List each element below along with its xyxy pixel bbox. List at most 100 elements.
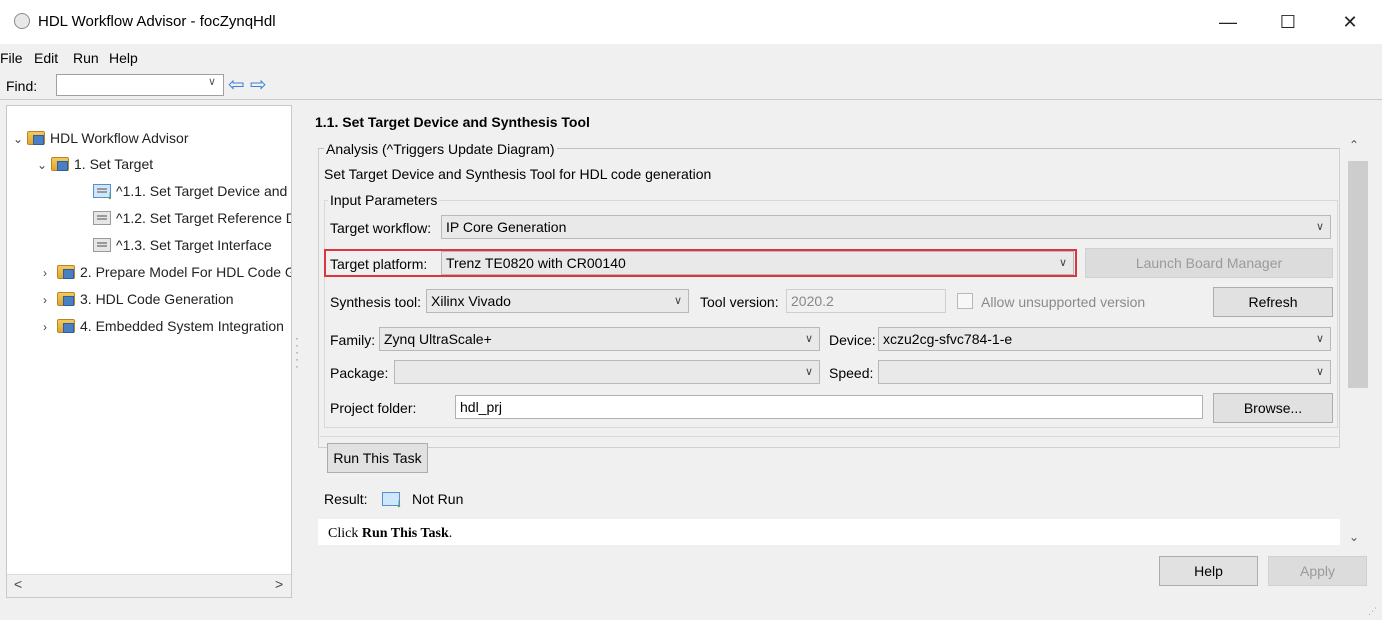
forward-arrow-icon[interactable]: ⇨ bbox=[250, 72, 267, 97]
scrollbar-thumb[interactable] bbox=[1348, 161, 1368, 388]
message-bold: Run This Task bbox=[361, 526, 449, 541]
message-text: Click Run This Task. bbox=[328, 526, 452, 542]
folder-icon bbox=[57, 292, 75, 306]
launch-board-manager-button[interactable]: Launch Board Manager bbox=[1085, 248, 1333, 278]
message-suffix: . bbox=[448, 526, 453, 541]
chevron-down-icon: ∨ bbox=[1315, 366, 1324, 378]
device-value: xczu2cg-sfvc784-1-e bbox=[883, 331, 1013, 347]
task-icon bbox=[93, 238, 111, 252]
analysis-legend: Analysis (^Triggers Update Diagram) bbox=[324, 141, 557, 157]
project-folder-label: Project folder: bbox=[330, 400, 417, 416]
family-value: Zynq UltraScale+ bbox=[384, 331, 492, 347]
chevron-down-icon: ∨ bbox=[673, 295, 682, 307]
find-label: Find: bbox=[6, 78, 38, 94]
task-icon bbox=[93, 211, 111, 225]
maximize-button[interactable]: ☐ bbox=[1278, 12, 1298, 32]
tree-item-label: 2. Prepare Model For HDL Code Generation bbox=[80, 264, 291, 280]
allow-unsupported-label: Allow unsupported version bbox=[981, 294, 1146, 310]
folder-icon bbox=[51, 157, 69, 171]
chevron-down-icon: ∨ bbox=[804, 366, 813, 378]
result-value: Not Run bbox=[412, 491, 464, 507]
tree-item-label: ^1.3. Set Target Interface bbox=[116, 237, 272, 253]
speed-select[interactable]: ∨ bbox=[878, 360, 1331, 384]
device-select[interactable]: xczu2cg-sfvc784-1-e ∨ bbox=[878, 327, 1331, 351]
tree-item-label: 4. Embedded System Integration bbox=[80, 318, 284, 334]
scroll-up-icon[interactable]: ⌃ bbox=[1349, 138, 1359, 152]
workflow-tree: ⌄ HDL Workflow Advisor ⌄ 1. Set Target ^1.… bbox=[6, 105, 292, 598]
folder-icon bbox=[27, 131, 45, 145]
task-title: 1.1. Set Target Device and Synthesis Too… bbox=[315, 114, 590, 130]
menu-file[interactable]: File bbox=[0, 50, 23, 66]
splitter-grip-icon[interactable]: · · · · · bbox=[295, 332, 299, 372]
browse-button[interactable]: Browse... bbox=[1213, 393, 1333, 423]
family-select[interactable]: Zynq UltraScale+ ∨ bbox=[379, 327, 820, 351]
minimize-button[interactable]: — bbox=[1218, 12, 1238, 32]
tree-item-hdl-code-generation[interactable]: › 3. HDL Code Generation bbox=[43, 288, 234, 310]
menu-run[interactable]: Run bbox=[73, 50, 99, 66]
tool-version-label: Tool version: bbox=[700, 294, 779, 310]
tree-item-prepare-model[interactable]: › 2. Prepare Model For HDL Code Generatio… bbox=[43, 261, 291, 284]
tree-item-set-target-device[interactable]: ^1.1. Set Target Device and Synthesis To… bbox=[93, 180, 291, 202]
scroll-right-icon[interactable]: > bbox=[275, 576, 283, 592]
apply-button[interactable]: Apply bbox=[1268, 556, 1367, 586]
task-run-icon bbox=[93, 184, 113, 201]
menu-edit[interactable]: Edit bbox=[34, 50, 58, 66]
folder-icon bbox=[57, 265, 75, 279]
result-label: Result: bbox=[324, 491, 368, 507]
chevron-right-icon[interactable]: › bbox=[43, 289, 57, 311]
tree-item-label: ^1.2. Set Target Reference Design bbox=[116, 210, 291, 226]
refresh-button[interactable]: Refresh bbox=[1213, 287, 1333, 317]
chevron-down-icon: ∨ bbox=[1058, 257, 1067, 269]
target-platform-label: Target platform: bbox=[330, 256, 428, 272]
chevron-right-icon[interactable]: › bbox=[43, 316, 57, 338]
tree-item-set-target-interface[interactable]: ^1.3. Set Target Interface bbox=[93, 234, 272, 256]
synthesis-tool-select[interactable]: Xilinx Vivado ∨ bbox=[426, 289, 689, 313]
allow-unsupported-checkbox[interactable] bbox=[957, 293, 973, 309]
synthesis-tool-label: Synthesis tool: bbox=[330, 294, 422, 310]
chevron-right-icon[interactable]: › bbox=[43, 262, 57, 284]
back-arrow-icon[interactable]: ⇦ bbox=[228, 72, 245, 97]
app-icon bbox=[14, 13, 30, 29]
find-input[interactable] bbox=[56, 74, 224, 96]
chevron-down-icon: ∨ bbox=[1315, 221, 1324, 233]
menu-help[interactable]: Help bbox=[109, 50, 138, 66]
chevron-down-icon[interactable]: ⌄ bbox=[37, 154, 51, 176]
scroll-down-icon[interactable]: ⌄ bbox=[1349, 530, 1359, 544]
package-select[interactable]: ∨ bbox=[394, 360, 820, 384]
tool-version-field[interactable]: 2020.2 bbox=[786, 289, 946, 313]
tree-root[interactable]: ⌄ HDL Workflow Advisor bbox=[13, 127, 188, 149]
status-bar bbox=[0, 598, 1382, 620]
divider bbox=[320, 436, 1338, 437]
target-platform-value: Trenz TE0820 with CR00140 bbox=[446, 255, 626, 271]
folder-icon bbox=[57, 319, 75, 333]
window-title: HDL Workflow Advisor - focZynqHdl bbox=[38, 13, 276, 30]
menu-bar bbox=[0, 44, 1382, 72]
target-workflow-select[interactable]: IP Core Generation ∨ bbox=[441, 215, 1331, 239]
target-workflow-label: Target workflow: bbox=[330, 220, 432, 236]
target-platform-select[interactable]: Trenz TE0820 with CR00140 ∨ bbox=[441, 251, 1074, 275]
chevron-down-icon[interactable]: ⌄ bbox=[13, 128, 27, 150]
speed-label: Speed: bbox=[829, 365, 874, 381]
tree-item-set-target-reference[interactable]: ^1.2. Set Target Reference Design bbox=[93, 207, 291, 229]
package-label: Package: bbox=[330, 365, 389, 381]
tree-item-label: 1. Set Target bbox=[74, 156, 154, 172]
scroll-left-icon[interactable]: < bbox=[14, 576, 22, 592]
tree-item-embedded-system[interactable]: › 4. Embedded System Integration bbox=[43, 315, 284, 337]
tree-item-label: ^1.1. Set Target Device and Synthesis To… bbox=[116, 183, 291, 199]
run-this-task-button[interactable]: Run This Task bbox=[327, 443, 428, 473]
tree-item-set-target[interactable]: ⌄ 1. Set Target bbox=[37, 153, 153, 175]
input-parameters-legend: Input Parameters bbox=[328, 192, 440, 208]
not-run-icon bbox=[382, 492, 402, 510]
family-label: Family: bbox=[330, 332, 376, 348]
tree-horizontal-scrollbar[interactable] bbox=[7, 574, 291, 597]
resize-grip-icon[interactable]: ⋰ bbox=[1368, 606, 1377, 617]
help-button[interactable]: Help bbox=[1159, 556, 1258, 586]
project-folder-input[interactable]: hdl_prj bbox=[455, 395, 1203, 419]
message-area bbox=[318, 519, 1340, 545]
find-dropdown-chevron-icon[interactable]: ∨ bbox=[208, 75, 216, 88]
chevron-down-icon: ∨ bbox=[804, 333, 813, 345]
close-button[interactable]: ✕ bbox=[1340, 12, 1360, 32]
chevron-down-icon: ∨ bbox=[1315, 333, 1324, 345]
synthesis-tool-value: Xilinx Vivado bbox=[431, 293, 511, 309]
tree-root-label: HDL Workflow Advisor bbox=[50, 130, 189, 146]
